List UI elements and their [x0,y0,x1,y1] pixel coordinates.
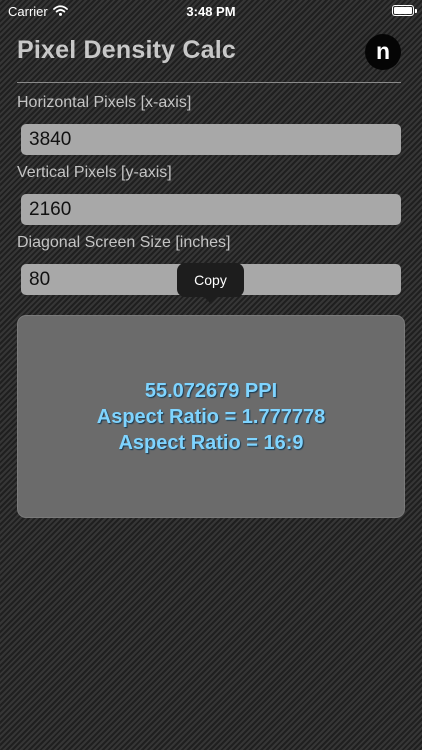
aspect-ratio-result: Aspect Ratio = 16:9 [118,432,304,454]
vertical-pixels-field[interactable]: 2160 [21,194,401,225]
horizontal-pixels-field[interactable]: 3840 [21,124,401,155]
diagonal-size-label: Diagonal Screen Size [inches] [17,234,231,251]
result-panel: 55.072679 PPI Aspect Ratio = 1.777778 As… [17,315,405,518]
copy-menu-button[interactable]: Copy [177,263,244,304]
vertical-pixels-label: Vertical Pixels [y-axis] [17,164,172,181]
status-bar: Carrier 3:48 PM [0,0,422,24]
status-time: 3:48 PM [186,4,236,19]
horizontal-pixels-label: Horizontal Pixels [x-axis] [17,94,192,111]
ppi-result: 55.072679 PPI [144,380,278,402]
app-logo-button[interactable]: n [365,34,401,70]
app-title: Pixel Density Calc [17,36,236,64]
battery-icon [392,5,417,16]
battery-level [394,7,412,14]
result-text: 55.072679 PPI Aspect Ratio = 1.777778 As… [18,378,404,456]
header-divider [17,82,401,83]
aspect-decimal-result: Aspect Ratio = 1.777778 [96,406,326,428]
